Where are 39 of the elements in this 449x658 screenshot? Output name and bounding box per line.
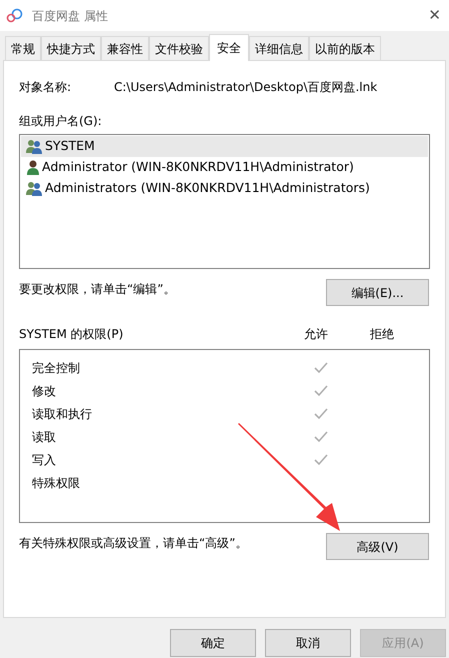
user-row[interactable]: Administrator (WIN-8K0NKRDV11H\Administrator) <box>21 157 428 178</box>
permission-name: 写入 <box>31 452 57 468</box>
deny-header: 拒绝 <box>370 326 395 343</box>
tab[interactable]: 兼容性 <box>101 36 149 60</box>
permissions-label: SYSTEM 的权限(P) <box>19 326 124 343</box>
close-button[interactable]: ✕ <box>428 4 441 27</box>
permission-name: 读取和执行 <box>31 406 93 422</box>
permission-name: 完全控制 <box>31 360 81 376</box>
advanced-button[interactable]: 高级(V) <box>326 533 429 560</box>
user-icon <box>26 160 40 175</box>
object-name-value: C:\Users\Administrator\Desktop\百度网盘.lnk <box>114 79 378 96</box>
users-icon <box>26 139 43 154</box>
edit-hint: 要更改权限，请单击“编辑”。 <box>19 281 176 298</box>
tab[interactable]: 安全 <box>209 34 249 61</box>
check-icon <box>314 362 328 374</box>
users-label: 组或用户名(G): <box>19 113 103 130</box>
tab[interactable]: 以前的版本 <box>309 36 381 60</box>
tab[interactable]: 快捷方式 <box>41 36 101 60</box>
permission-name: 读取 <box>31 428 57 446</box>
tab[interactable]: 常规 <box>5 36 41 60</box>
advanced-hint: 有关特殊权限或高级设置，请单击“高级”。 <box>19 535 248 552</box>
dialog-button[interactable]: 确定 <box>170 629 256 657</box>
dialog-button[interactable]: 取消 <box>265 629 351 657</box>
edit-button[interactable]: 编辑(E)... <box>326 279 429 306</box>
permission-name: 修改 <box>31 382 57 400</box>
allow-header: 允许 <box>304 326 329 343</box>
check-icon <box>314 408 328 420</box>
users-icon <box>26 181 43 196</box>
cloud-icon <box>6 8 24 24</box>
check-icon <box>314 430 328 442</box>
check-icon <box>314 384 328 396</box>
tab[interactable]: 文件校验 <box>149 36 209 60</box>
tab[interactable]: 详细信息 <box>249 36 309 60</box>
user-row[interactable]: Administrators (WIN-8K0NKRDV11H\Administrators) <box>21 178 428 199</box>
user-row[interactable]: SYSTEM <box>21 136 428 157</box>
permission-name: 特殊权限 <box>31 474 81 492</box>
check-icon <box>314 454 328 466</box>
object-name-label: 对象名称: <box>19 79 72 96</box>
window-title: 百度网盘 属性 <box>32 8 108 24</box>
